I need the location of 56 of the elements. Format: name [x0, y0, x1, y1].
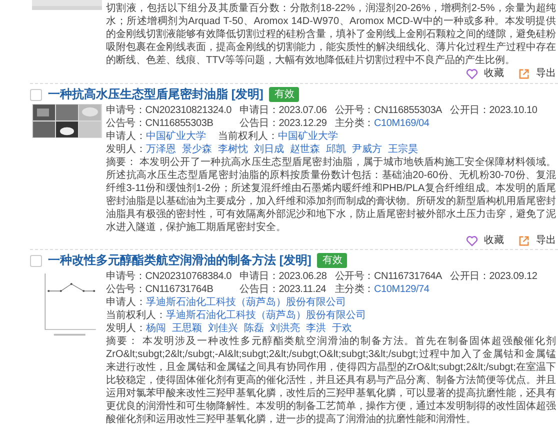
party-label: 申请人：	[106, 130, 146, 143]
inventor-link[interactable]: 李树忱	[218, 143, 248, 156]
abstract-text: 摘要： 本发明涉及一种改性多元醇酯类航空润滑油的制备方法。首先在制备固体超强酸催化剂ZrO&lt;subgt;2&lt;/subgt;-Al&lt;subgt;2&lt;/subgt;O&lt;subgt;3&lt;/subgt;过程中加入了金属钴和金属锰来进行改性，且金属钴和金属锰之间具有协同作用，使得四方晶型的ZrO&lt;subgt;2&lt;/subgt;在室温下比较稳定，使得固体催化剂有更高的催化活性，并且还具有易与产品分离、制备方法简便等优点。并且运用对氯苯甲酸来改性三羟甲基氧化膦，改性后的三羟甲基氧化膦，可以显著的提高抗磨性能，还具有更优良的润滑性和可生物降解性。本发明的制备工艺简单，操作方便，通过本发明制得的改性固体超强酸催化剂和运用改性三羟甲基氧化膦，进一步的提高了润滑油的抗磨性能和润滑性。	[106, 335, 556, 426]
party-label: 当前权利人：	[218, 130, 278, 143]
party-link[interactable]: 中国矿业大学	[278, 130, 338, 143]
meta-field: 主分类：C10M169/04	[334, 117, 442, 130]
inventors-label: 发明人：	[106, 143, 146, 156]
favorite-button[interactable]: 收藏	[466, 234, 504, 247]
party-label: 申请人：	[106, 296, 146, 309]
meta-field: 公开日：2023.10.10	[450, 104, 538, 117]
export-button[interactable]: 导出	[518, 234, 556, 247]
inventor-link[interactable]: 刘洪亮	[270, 322, 300, 335]
inventor-link[interactable]: 王宗昊	[388, 143, 418, 156]
heart-icon	[466, 234, 478, 246]
inventor-link[interactable]: 赵世森	[290, 143, 320, 156]
party-link[interactable]: 孚迪斯石油化工科技（葫芦岛）股份有限公司	[166, 309, 366, 322]
abstract-text: 切割液，包括以下组分及其质量百分数：分散剂18-22%，润湿剂20-26%，增稠剂2-5%，余量为超纯水；所述增稠剂为Arquad T-50、Aromox 14D-W970、Aromox MCD-W中的一种或多种。本发明提供的金刚线切割液能够有效降低切割过程的硅粉含量，填补了金刚线上金刚石颗粒之间的缝隙，避免硅粉吸附包裹在金刚线表面，提高金刚线的切割能力，能实质性的解决细线化、薄片化过程生产过程中存在的断线、色差、线痕、TTV等等问题，大幅有效地降低硅片切割过程中不良产品的产生比例。	[106, 2, 556, 67]
favorite-button[interactable]: 收藏	[466, 67, 504, 80]
patent-title-link[interactable]: 一种改性多元醇酯类航空润滑油的制备方法 [发明]	[48, 253, 312, 268]
inventor-link[interactable]: 于欢	[332, 322, 352, 335]
meta-field: 公开号：CN116855303A	[334, 104, 442, 117]
inventor-link[interactable]: 杨闯	[146, 322, 166, 335]
meta-field: 公告日：2023.12.29	[240, 117, 327, 130]
inventor-link[interactable]: 尹威方	[352, 143, 382, 156]
inventors-label: 发明人：	[106, 322, 146, 335]
status-badge: 有效	[317, 253, 348, 268]
meta-field: 公告日：2023.11.24	[240, 283, 327, 296]
inventor-link[interactable]: 刘日成	[254, 143, 284, 156]
meta-field: 公开号：CN116731764A	[334, 270, 442, 283]
meta-field: 公开日：2023.09.12	[450, 270, 538, 283]
inventor-link[interactable]: 万泽恩	[146, 143, 176, 156]
heart-icon	[466, 68, 478, 80]
meta-field: 公告号：CN116731764B	[106, 283, 232, 296]
meta-field: 主分类：C10M129/74	[334, 283, 442, 296]
export-button[interactable]: 导出	[518, 67, 556, 80]
checkbox[interactable]	[30, 254, 42, 266]
export-icon	[518, 68, 530, 80]
inventor-link[interactable]: 景少森	[182, 143, 212, 156]
meta-field: 申请日：2023.07.06	[240, 104, 327, 117]
party-link[interactable]: 孚迪斯石油化工科技（葫芦岛）股份有限公司	[146, 296, 346, 309]
inventor-link[interactable]: 刘佳兴	[208, 322, 238, 335]
checkbox[interactable]	[30, 88, 42, 100]
meta-field: 公告号：CN116855303B	[106, 117, 232, 130]
patent-title-link[interactable]: 一种抗高水压生态型盾尾密封油脂 [发明]	[48, 87, 264, 102]
meta-field: 申请日：2023.06.28	[240, 270, 327, 283]
inventor-link[interactable]: 王思颖	[172, 322, 202, 335]
party-label: 当前权利人：	[106, 309, 166, 322]
party-link[interactable]: 中国矿业大学	[146, 130, 206, 143]
inventor-link[interactable]: 陈磊	[244, 322, 264, 335]
meta-field: 申请号：CN202310768384.0	[106, 270, 232, 283]
status-badge: 有效	[269, 87, 300, 102]
inventor-link[interactable]: 邱凯	[326, 143, 346, 156]
abstract-text: 摘要： 本发明公开了一种抗高水压生态型盾尾密封油脂，属于城市地铁盾构施工安全保障材料领域。所述抗高水压生态型盾尾密封油脂的原料按质量份数计包括：基础油20-60份、无机粉30-70份、复混纤维3-11份和缓蚀剂1-2份；所述复混纤维由石墨烯内暖纤维和PHB/PLA复合纤维组成。本发明的盾尾密封油脂是以基础油为主要成分，加入纤维和添加剂而制成的膏状物。所研发的新型盾构机用盾尾密封油脂具有极强的密封性，可有效隔离外部泥沙和地下水，防止盾尾密封被外部水土压力击穿，避免了泥水进入隧道，保护施工期盾尾密封安全。	[106, 156, 556, 234]
meta-field: 申请号：CN202310821324.0	[106, 104, 232, 117]
export-icon	[518, 234, 530, 246]
inventor-link[interactable]: 李洪	[306, 322, 326, 335]
